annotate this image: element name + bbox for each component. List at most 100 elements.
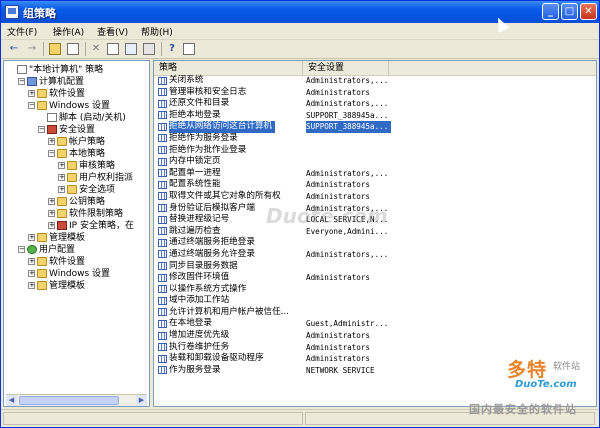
expand-icon[interactable]: + (28, 270, 35, 277)
export-list-icon[interactable] (143, 43, 155, 55)
tree-node[interactable]: + IP 安全策略，在 (48, 220, 134, 232)
scrollbar-thumb[interactable] (19, 396, 119, 405)
column-header-policy[interactable]: 策略 (154, 61, 303, 75)
expand-icon[interactable]: + (58, 174, 65, 181)
menu-help[interactable]: 帮助(H) (141, 25, 173, 38)
policy-name: 内存中锁定页 (169, 156, 221, 167)
tree-node[interactable]: + 用户权利指派 (58, 172, 133, 184)
maximize-button[interactable]: □ (561, 3, 578, 20)
policy-setting: Administrators,... (306, 168, 389, 178)
policy-row[interactable]: 同步目录服务数据 (154, 261, 596, 273)
watermark-tagline: 国内最安全的软件站 (469, 403, 577, 416)
policy-row[interactable]: 通过终端服务允许登录 Administrators,... (154, 249, 596, 261)
policy-name: 执行卷维护任务 (169, 341, 230, 352)
collapse-icon[interactable]: − (48, 150, 55, 157)
refresh-icon[interactable] (125, 43, 137, 55)
collapse-icon[interactable]: − (18, 78, 25, 85)
tree-node-label: 安全设置 (59, 125, 96, 135)
tree-node[interactable]: − 本地策略 (48, 148, 105, 160)
expand-icon[interactable]: + (48, 222, 55, 229)
collapse-icon[interactable]: − (38, 126, 45, 133)
policy-name: 拒绝作为批作业登录 (169, 144, 247, 155)
policy-name: 修改固件环境值 (169, 272, 230, 283)
tree-horizontal-scrollbar[interactable]: ◀ ▶ (6, 394, 147, 406)
help-icon[interactable]: ? (165, 42, 179, 56)
tree-pane[interactable]: "本地计算机" 策略 − 计算机配置 + 软件设置 − Windows 设置 脚本 (启动/关… (3, 60, 150, 407)
folder-icon (37, 257, 47, 266)
tree-node[interactable]: + 帐户策略 (48, 136, 105, 148)
policy-row[interactable]: 通过终端服务拒绝登录 (154, 237, 596, 249)
expand-icon[interactable]: + (28, 258, 35, 265)
expand-icon[interactable]: + (28, 234, 35, 241)
folder-icon (37, 101, 47, 110)
tree-node[interactable]: − Windows 设置 (28, 100, 110, 112)
show-hide-tree-icon[interactable] (67, 43, 79, 55)
policy-row[interactable]: 内存中锁定页 (154, 156, 596, 168)
forward-arrow-icon[interactable]: → (25, 42, 39, 56)
tree-node[interactable]: + 软件设置 (28, 256, 85, 268)
folder-icon (57, 149, 67, 158)
scroll-left-icon[interactable]: ◀ (6, 395, 17, 406)
policy-row[interactable]: 在本地登录 Guest,Administr... (154, 318, 596, 330)
policy-row[interactable]: 还原文件和目录 Administrators,... (154, 98, 596, 110)
tree-node[interactable]: + 管理模板 (28, 232, 85, 244)
tree-node[interactable]: + 公钥策略 (48, 196, 105, 208)
policy-row[interactable]: 拒绝本地登录 SUPPORT_388945a... (154, 110, 596, 122)
window-title: 组策略 (23, 7, 56, 20)
delete-icon[interactable]: ✕ (89, 42, 103, 56)
tree-node[interactable]: + 安全选项 (58, 184, 115, 196)
collapse-icon[interactable]: − (28, 102, 35, 109)
policy-row[interactable]: 配置系统性能 Administrators (154, 179, 596, 191)
policy-row[interactable]: 拒绝作为服务登录 (154, 133, 596, 145)
up-folder-icon[interactable] (49, 43, 61, 55)
menu-view[interactable]: 查看(V) (97, 25, 128, 38)
expand-icon[interactable]: + (48, 198, 55, 205)
expand-icon[interactable]: + (58, 186, 65, 193)
policy-icon (158, 262, 167, 270)
column-header-security-setting[interactable]: 安全设置 (303, 61, 389, 75)
tree-node[interactable]: + 审核策略 (58, 160, 115, 172)
policy-row[interactable]: 关闭系统 Administrators,... (154, 75, 596, 87)
menu-file[interactable]: 文件(F) (7, 25, 37, 38)
policy-row[interactable]: 增加进度优先级 Administrators (154, 330, 596, 342)
tree-node[interactable]: 脚本 (启动/关机) (38, 112, 126, 124)
tree-node[interactable]: + 软件限制策略 (48, 208, 123, 220)
properties-icon[interactable] (107, 43, 119, 55)
policy-row[interactable]: 取得文件或其它对象的所有权 Administrators (154, 191, 596, 203)
policy-row[interactable]: 管理审核和安全日志 Administrators (154, 87, 596, 99)
collapse-icon[interactable]: − (18, 246, 25, 253)
tree-node[interactable]: − 计算机配置 (18, 76, 84, 88)
title-bar[interactable]: 组策略 _ □ ✕ (1, 1, 599, 23)
menu-action[interactable]: 操作(A) (53, 25, 84, 38)
policy-row[interactable]: 允许计算机和用户帐户被信任... (154, 307, 596, 319)
close-button[interactable]: ✕ (580, 3, 597, 20)
policy-setting: Administrators (306, 354, 371, 364)
policy-row[interactable]: 拒绝从网络访问这台计算机 SUPPORT_388945a... (154, 121, 596, 133)
computer-icon (27, 77, 37, 86)
toolbar: ← → ✕ ? (1, 40, 599, 59)
minimize-button[interactable]: _ (542, 3, 559, 20)
policy-row[interactable]: 拒绝作为批作业登录 (154, 145, 596, 157)
expand-icon[interactable]: + (48, 138, 55, 145)
doc-icon (47, 113, 57, 122)
expand-icon[interactable]: + (58, 162, 65, 169)
policy-row[interactable]: 修改固件环境值 Administrators (154, 272, 596, 284)
back-arrow-icon[interactable]: ← (7, 42, 21, 56)
expand-icon[interactable]: + (28, 282, 35, 289)
tree-node[interactable]: "本地计算机" 策略 (8, 64, 103, 76)
console-icon[interactable] (183, 43, 195, 55)
policy-row[interactable]: 配置单一进程 Administrators,... (154, 168, 596, 180)
folder-icon (57, 209, 67, 218)
policy-row[interactable]: 域中添加工作站 (154, 295, 596, 307)
policy-row[interactable]: 以操作系统方式操作 (154, 284, 596, 296)
tree-node[interactable]: + 管理模板 (28, 280, 85, 292)
scroll-right-icon[interactable]: ▶ (136, 395, 147, 406)
expand-icon[interactable]: + (48, 210, 55, 217)
policy-row[interactable]: 执行卷维护任务 Administrators (154, 342, 596, 354)
tree-node[interactable]: + Windows 设置 (28, 268, 110, 280)
tree-node[interactable]: − 安全设置 (38, 124, 95, 136)
tree-node[interactable]: + 软件设置 (28, 88, 85, 100)
expand-icon[interactable]: + (28, 90, 35, 97)
tree-node[interactable]: − 用户配置 (18, 244, 75, 256)
